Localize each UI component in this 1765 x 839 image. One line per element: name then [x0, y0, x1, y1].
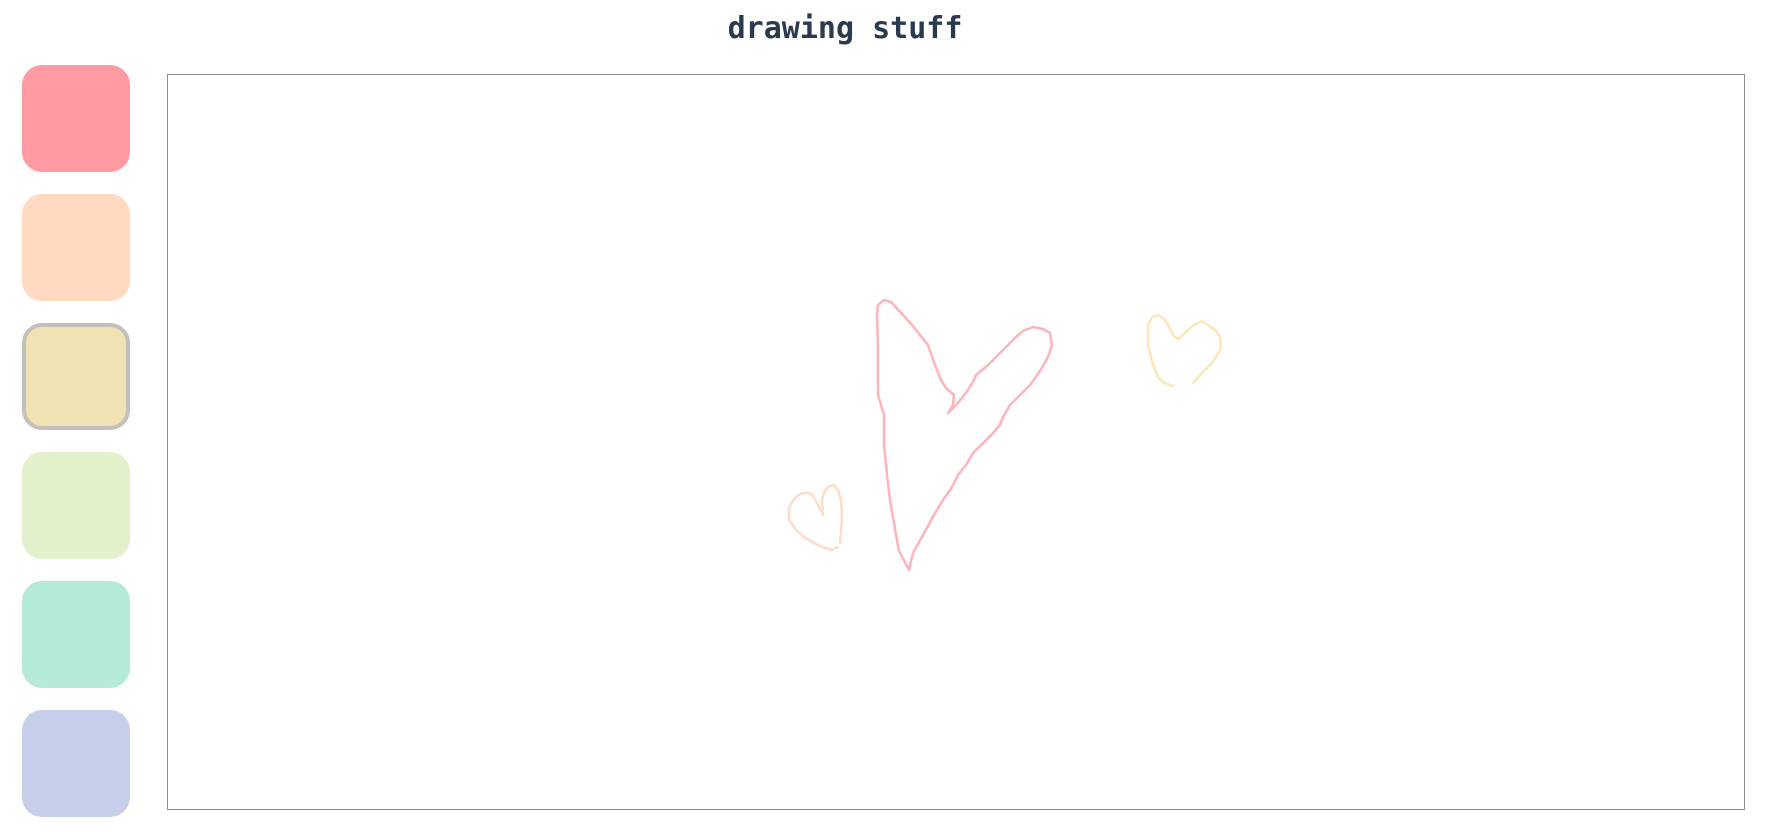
drawing-canvas[interactable] [167, 74, 1745, 810]
color-swatch-yellow[interactable] [22, 323, 130, 430]
drawn-stroke-big-heart [875, 298, 1054, 572]
color-swatch-mint[interactable] [22, 581, 130, 688]
drawing-surface [787, 298, 1223, 572]
drawn-stroke-small-heart-left [787, 483, 844, 552]
color-swatch-lavender[interactable] [22, 710, 130, 817]
color-swatch-green[interactable] [22, 452, 130, 559]
color-palette [22, 65, 130, 839]
color-swatch-peach[interactable] [22, 194, 130, 301]
color-swatch-red[interactable] [22, 65, 130, 172]
drawn-stroke-small-heart-right [1146, 313, 1223, 388]
page-title: drawing stuff [727, 10, 963, 46]
